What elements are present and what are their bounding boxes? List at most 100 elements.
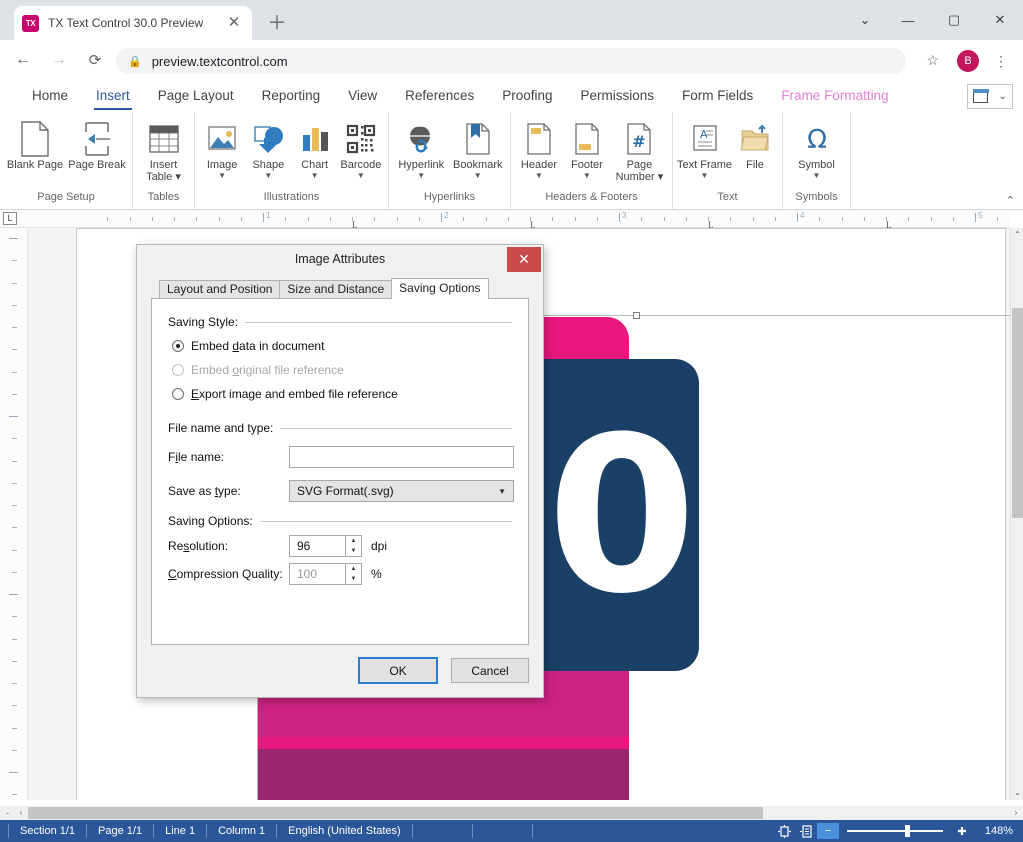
vertical-ruler[interactable] <box>0 228 28 800</box>
resolution-stepper[interactable]: 96 ▲ ▼ <box>289 535 362 557</box>
reload-icon[interactable]: ⟳ <box>80 45 110 75</box>
ribbon-tab-frame-formatting[interactable]: Frame Formatting <box>767 80 902 112</box>
dialog-close-button[interactable]: ✕ <box>507 247 541 272</box>
zoom-slider-thumb[interactable] <box>905 825 910 837</box>
stepper-buttons[interactable]: ▲ ▼ <box>345 536 361 556</box>
zoom-slider[interactable] <box>847 830 943 832</box>
zoom-level-label[interactable]: 148% <box>973 825 1013 837</box>
compression-quality-stepper[interactable]: 100 ▲ ▼ <box>289 563 362 585</box>
vertical-scroll-thumb[interactable] <box>1012 308 1023 518</box>
status-language[interactable]: English (United States) <box>277 824 413 838</box>
ribbon-tab-insert[interactable]: Insert <box>82 80 144 112</box>
chevron-down-icon[interactable]: ▼ <box>535 171 543 181</box>
dialog-title-bar[interactable]: Image Attributes ✕ <box>137 245 543 275</box>
footer-button[interactable]: Footer ▼ <box>563 116 611 181</box>
scroll-right-icon[interactable]: › <box>1009 806 1023 820</box>
avatar[interactable]: B <box>957 50 979 72</box>
symbol-button[interactable]: Ω Symbol ▼ <box>787 116 846 181</box>
zoom-out-button[interactable]: − <box>817 823 839 839</box>
maximize-button[interactable]: ▢ <box>931 0 977 40</box>
scroll-down-icon[interactable]: ⌄ <box>1011 786 1023 800</box>
comments-toggle-button[interactable]: ⌄ <box>967 84 1013 109</box>
shape-button[interactable]: Shape ▼ <box>245 116 291 181</box>
barcode-button[interactable]: Barcode ▼ <box>338 116 384 181</box>
chevron-down-icon[interactable]: ▼ <box>498 487 506 496</box>
horizontal-scrollbar[interactable]: - ‹ › <box>0 806 1023 820</box>
tab-stop-selector[interactable]: L <box>3 212 17 225</box>
status-line[interactable]: Line 1 <box>154 824 207 838</box>
blank-page-button[interactable]: Blank Page <box>4 116 66 171</box>
chevron-down-icon[interactable]: ▼ <box>264 171 272 181</box>
page-break-button[interactable]: Page Break <box>66 116 128 171</box>
chevron-down-icon[interactable]: ▼ <box>417 171 425 181</box>
compression-quality-value[interactable]: 100 <box>290 567 345 581</box>
text-frame-button[interactable]: A Text Frame ▼ <box>677 116 732 181</box>
ribbon-tab-reporting[interactable]: Reporting <box>248 80 335 112</box>
close-window-button[interactable]: ✕ <box>977 0 1023 40</box>
page-view-icon[interactable] <box>773 823 795 839</box>
chevron-down-icon[interactable]: ▼ <box>813 171 821 181</box>
radio-button-icon[interactable] <box>172 364 184 376</box>
bookmark-button[interactable]: Bookmark ▼ <box>450 116 507 181</box>
zoom-in-button[interactable]: ✚ <box>951 823 973 839</box>
bookmark-star-icon[interactable]: ☆ <box>926 52 939 69</box>
radio-button-icon[interactable] <box>172 388 184 400</box>
tab-close-icon[interactable]: ✕ <box>224 13 244 33</box>
radio-export-image-embed-file-reference[interactable]: Export image and embed file reference <box>172 387 398 401</box>
status-column[interactable]: Column 1 <box>207 824 277 838</box>
chevron-down-icon[interactable]: ⌄ <box>845 0 885 40</box>
ribbon-tab-view[interactable]: View <box>334 80 391 112</box>
header-button[interactable]: Header ▼ <box>515 116 563 181</box>
ribbon-tab-home[interactable]: Home <box>18 80 82 112</box>
file-name-input[interactable] <box>289 446 514 468</box>
scroll-up-icon[interactable]: ⌃ <box>1011 228 1023 242</box>
browser-tab[interactable]: TX TX Text Control 30.0 Preview ✕ <box>14 6 252 40</box>
status-page[interactable]: Page 1/1 <box>87 824 154 838</box>
insert-table-button[interactable]: Insert Table ▾ <box>137 116 190 183</box>
hyperlink-button[interactable]: Hyperlink ▼ <box>393 116 450 181</box>
resolution-value[interactable]: 96 <box>290 539 345 553</box>
ribbon-tab-page-layout[interactable]: Page Layout <box>144 80 248 112</box>
save-as-type-select[interactable]: SVG Format(.svg) ▼ <box>289 480 514 502</box>
status-slot-1[interactable] <box>413 824 473 838</box>
horizontal-ruler[interactable]: L 1L2L3L4L5 <box>0 210 1010 228</box>
resize-handle-n[interactable] <box>633 312 640 319</box>
chevron-down-icon[interactable]: ▼ <box>583 171 591 181</box>
ribbon-tab-references[interactable]: References <box>391 80 488 112</box>
status-section[interactable]: Section 1/1 <box>8 824 87 838</box>
split-handle-icon[interactable]: - <box>6 806 9 820</box>
browser-menu-icon[interactable]: ⋮ <box>991 50 1011 72</box>
chart-button[interactable]: Chart ▼ <box>292 116 338 181</box>
ribbon-tab-proofing[interactable]: Proofing <box>488 80 566 112</box>
address-bar[interactable]: 🔒 preview.textcontrol.com <box>116 48 906 74</box>
back-icon[interactable]: ← <box>8 45 38 75</box>
ribbon-tab-permissions[interactable]: Permissions <box>567 80 669 112</box>
chevron-down-icon[interactable]: ▼ <box>311 171 319 181</box>
forward-icon[interactable]: → <box>44 45 74 75</box>
chevron-down-icon[interactable]: ▼ <box>357 171 365 181</box>
horizontal-scroll-thumb[interactable] <box>28 807 763 819</box>
stepper-up-icon[interactable]: ▲ <box>346 564 361 574</box>
stepper-down-icon[interactable]: ▼ <box>346 546 361 556</box>
vertical-scrollbar[interactable]: ⌃ ⌄ <box>1010 228 1023 800</box>
status-slot-2[interactable] <box>473 824 533 838</box>
stepper-up-icon[interactable]: ▲ <box>346 536 361 546</box>
tab-layout-and-position[interactable]: Layout and Position <box>159 280 280 299</box>
cancel-button[interactable]: Cancel <box>451 658 529 683</box>
minimize-button[interactable]: — <box>885 0 931 40</box>
stepper-buttons[interactable]: ▲ ▼ <box>345 564 361 584</box>
radio-button-icon[interactable] <box>172 340 184 352</box>
chevron-down-icon[interactable]: ▼ <box>218 171 226 181</box>
collapse-ribbon-icon[interactable]: ⌃ <box>1006 194 1015 207</box>
file-button[interactable]: File <box>732 116 778 171</box>
ok-button[interactable]: OK <box>359 658 437 683</box>
stepper-down-icon[interactable]: ▼ <box>346 574 361 584</box>
radio-embed-original-file-reference[interactable]: Embed original file reference <box>172 363 344 377</box>
reading-view-icon[interactable] <box>795 823 817 839</box>
image-button[interactable]: Image ▼ <box>199 116 245 181</box>
page-number-button[interactable]: # Page Number ▾ <box>611 116 668 183</box>
new-tab-button[interactable]: ＋ <box>264 11 290 37</box>
tab-saving-options[interactable]: Saving Options <box>391 278 488 299</box>
tab-size-and-distance[interactable]: Size and Distance <box>279 280 392 299</box>
ribbon-tab-form-fields[interactable]: Form Fields <box>668 80 767 112</box>
